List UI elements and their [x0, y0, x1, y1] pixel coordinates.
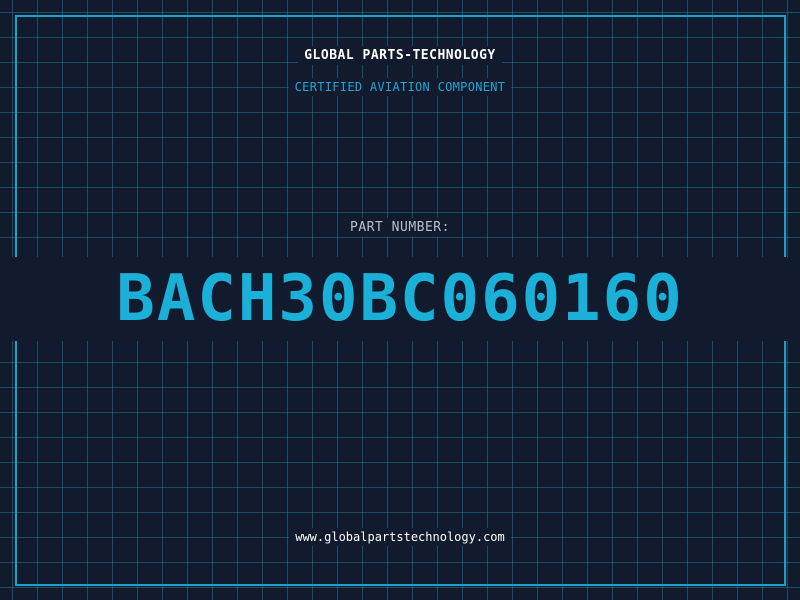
- certification-subtitle-text: CERTIFIED AVIATION COMPONENT: [288, 78, 512, 96]
- company-name: GLOBAL PARTS-TECHNOLOGY: [0, 46, 800, 65]
- part-number-label: PART NUMBER:: [0, 218, 800, 237]
- part-number-label-text: PART NUMBER:: [344, 218, 456, 237]
- website-url-text: www.globalpartstechnology.com: [289, 528, 511, 546]
- part-number-value: BACH30BC060160: [0, 257, 800, 341]
- company-name-text: GLOBAL PARTS-TECHNOLOGY: [298, 46, 502, 65]
- part-number-value-text: BACH30BC060160: [110, 262, 690, 336]
- certification-subtitle: CERTIFIED AVIATION COMPONENT: [0, 78, 800, 96]
- website-url: www.globalpartstechnology.com: [0, 528, 800, 546]
